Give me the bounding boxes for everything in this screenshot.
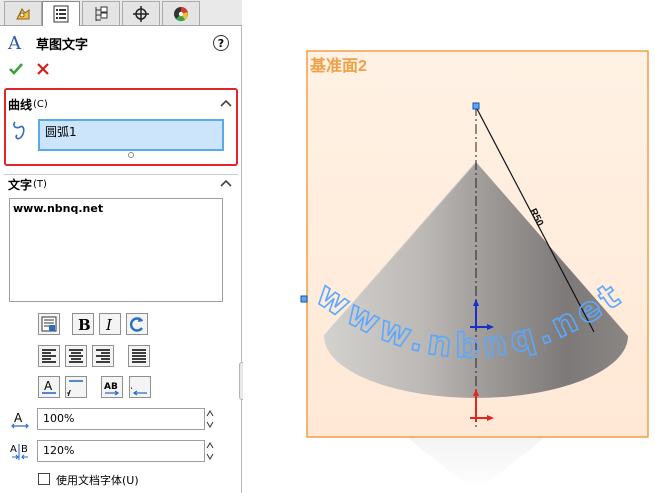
flip-vertical-inverted-icon: A bbox=[67, 380, 83, 396]
ok-checkmark-icon[interactable] bbox=[8, 61, 24, 77]
align-left-icon bbox=[42, 349, 56, 363]
tab-property-manager[interactable] bbox=[42, 1, 80, 26]
svg-text:A: A bbox=[10, 444, 17, 455]
property-manager-icon bbox=[53, 5, 69, 23]
svg-text:A: A bbox=[44, 379, 53, 393]
link-property-icon bbox=[41, 316, 57, 332]
align-center-icon bbox=[69, 349, 83, 363]
width-factor-spinner[interactable] bbox=[205, 408, 215, 430]
svg-text:AB: AB bbox=[104, 382, 118, 392]
flip-horizontal-inverted-icon: AB bbox=[131, 382, 147, 396]
letter-spacing-spinner[interactable] bbox=[205, 440, 215, 462]
sketch-text-icon: A bbox=[8, 32, 21, 54]
flip-horizontal-icon: AB bbox=[104, 382, 120, 396]
text-section-title: 文字 bbox=[8, 177, 33, 192]
svg-text:AB: AB bbox=[131, 382, 132, 392]
justify-button[interactable] bbox=[128, 345, 150, 367]
chevron-up-icon[interactable] bbox=[220, 178, 232, 188]
letter-spacing-input[interactable]: 120% bbox=[37, 440, 205, 462]
align-center-button[interactable] bbox=[65, 345, 87, 367]
page-title: 草图文字 bbox=[36, 37, 89, 53]
justify-icon bbox=[132, 349, 146, 363]
bold-icon: B bbox=[78, 316, 91, 333]
use-document-font-label: 使用文档字体(U) bbox=[56, 474, 139, 487]
curve-selection-icon bbox=[13, 121, 25, 140]
tab-display-manager[interactable] bbox=[162, 1, 200, 25]
link-to-property-button[interactable] bbox=[38, 313, 60, 335]
tab-dimxpert-manager[interactable] bbox=[122, 1, 160, 25]
model-view: 基准面2 R50 www.nbnq.net bbox=[300, 50, 649, 492]
plane-label: 基准面2 bbox=[309, 56, 367, 75]
letter-spacing-icon: A B bbox=[10, 444, 28, 460]
flip-horizontal-button[interactable]: AB bbox=[101, 376, 123, 398]
svg-text:A: A bbox=[67, 387, 71, 396]
width-factor-icon: A bbox=[11, 411, 29, 429]
text-section-header[interactable]: 文字 (T) bbox=[8, 175, 236, 193]
sketch-point-left[interactable] bbox=[300, 295, 308, 303]
sketch-point-top[interactable] bbox=[472, 102, 480, 110]
letter-spacing-row: A B 120% bbox=[9, 440, 219, 464]
bold-button[interactable]: B bbox=[72, 313, 94, 335]
manager-tab-bar bbox=[0, 0, 242, 26]
flip-vertical-inverted-button[interactable]: A bbox=[65, 376, 87, 398]
cancel-x-icon[interactable] bbox=[35, 61, 51, 77]
curve-section-shortcut: (C) bbox=[33, 98, 48, 110]
curve-section-title: 曲线 bbox=[8, 97, 33, 112]
dimxpert-icon bbox=[133, 5, 149, 22]
align-right-icon bbox=[96, 349, 110, 363]
width-factor-input[interactable]: 100% bbox=[37, 408, 205, 430]
feature-manager-icon bbox=[16, 7, 30, 19]
svg-text:I: I bbox=[105, 316, 113, 333]
curve-selection-field[interactable]: 圆弧1 bbox=[38, 119, 224, 151]
configuration-manager-icon bbox=[95, 6, 108, 21]
flip-vertical-button[interactable]: A bbox=[38, 376, 60, 398]
text-input[interactable]: www.nbnq.net bbox=[9, 198, 223, 302]
graphics-viewport[interactable]: 基准面2 R50 www.nbnq.net bbox=[243, 0, 655, 493]
svg-text:B: B bbox=[21, 444, 28, 455]
chevron-up-icon[interactable] bbox=[220, 98, 232, 108]
help-icon[interactable]: ? bbox=[213, 35, 229, 51]
flip-vertical-icon: A bbox=[42, 379, 56, 394]
property-manager-panel: A 草图文字 ? 曲线 (C) 圆弧1 文字 (T) www.nbnq.net bbox=[0, 0, 242, 493]
property-manager-header: A 草图文字 bbox=[8, 32, 89, 54]
rotate-icon bbox=[130, 317, 143, 332]
text-section-shortcut: (T) bbox=[33, 178, 47, 190]
resize-handle[interactable] bbox=[128, 152, 134, 158]
align-right-button[interactable] bbox=[92, 345, 114, 367]
italic-icon: I bbox=[105, 316, 113, 333]
width-factor-row: A 100% bbox=[9, 408, 219, 432]
align-left-button[interactable] bbox=[38, 345, 60, 367]
italic-button[interactable]: I bbox=[99, 313, 121, 335]
display-manager-icon bbox=[174, 6, 188, 21]
rotate-button[interactable] bbox=[126, 313, 148, 335]
tab-feature-manager[interactable] bbox=[4, 1, 42, 25]
flip-horizontal-inverted-button[interactable]: AB bbox=[129, 376, 151, 398]
curve-section-header[interactable]: 曲线 (C) bbox=[8, 95, 236, 113]
svg-text:A: A bbox=[14, 411, 23, 425]
use-document-font-checkbox[interactable] bbox=[38, 473, 50, 485]
tab-configuration-manager[interactable] bbox=[82, 1, 120, 25]
curve-selection-item[interactable]: 圆弧1 bbox=[45, 125, 77, 139]
svg-text:B: B bbox=[78, 316, 91, 333]
